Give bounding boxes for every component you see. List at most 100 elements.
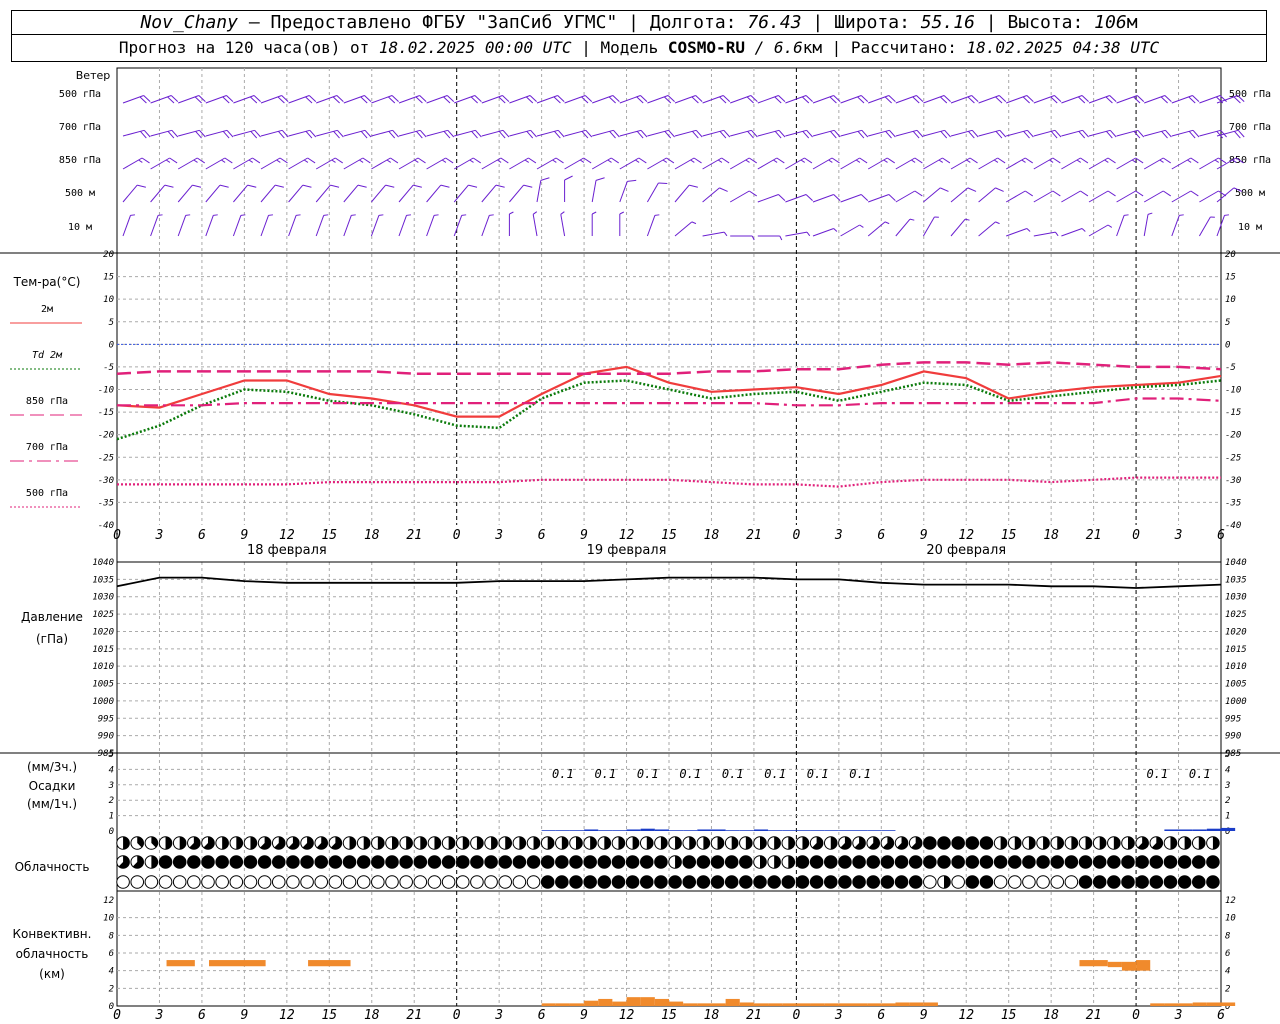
model-res: / 6.6 (744, 38, 803, 57)
cloud-fill (604, 836, 611, 850)
cloud-octa-symbol (923, 855, 937, 869)
x-tick-label-upper: 0 (792, 528, 800, 543)
cloud-octa-symbol (328, 836, 343, 850)
temp-axis-tick-right: -20 (1225, 431, 1241, 441)
wind-barb (122, 95, 151, 104)
convective-low-bar (584, 1000, 599, 1006)
barb-flag (417, 157, 426, 164)
cloud-octa-symbol (215, 855, 229, 869)
cloud-octa-symbol (569, 855, 583, 869)
barb-staff (757, 194, 779, 203)
wind-barb (536, 95, 565, 104)
temp-axis-tick-right: -5 (1225, 363, 1236, 373)
wind-barb (426, 95, 455, 104)
forecast-start: 18.02.2025 00:00 UTC (378, 38, 572, 57)
barb-half (323, 214, 329, 216)
barb-staff (150, 215, 159, 237)
cloud-circle (498, 855, 513, 869)
barb-staff (1143, 214, 1149, 237)
convective-low-bar (881, 1003, 896, 1006)
barb-flag (495, 184, 505, 188)
wind-barb (260, 214, 274, 237)
cloud-circle (908, 855, 923, 869)
cloud-octa-symbol (795, 875, 810, 889)
temp-axis-tick-left: -30 (98, 476, 114, 486)
barb-flag (595, 177, 605, 181)
barb-staff (646, 182, 659, 203)
barb-staff (895, 190, 916, 203)
wind-barb (730, 129, 758, 139)
cloud-octa-symbol (880, 875, 895, 889)
barb-staff (1216, 187, 1235, 203)
model-label: | Модель (571, 38, 668, 57)
barb-flag (385, 184, 395, 188)
wind-barb (560, 211, 566, 237)
wind-barb (619, 157, 647, 170)
barb-flag (468, 184, 478, 188)
pres-axis-tick-right: 1020 (1225, 627, 1247, 637)
cloud-octa-symbol (187, 875, 201, 889)
cloud-circle (823, 855, 838, 869)
temp-axis-tick-left: 10 (103, 295, 114, 305)
precip-bar (569, 830, 585, 831)
barb-staff (343, 157, 364, 170)
barb-staff (288, 184, 304, 203)
barb-staff (923, 129, 945, 137)
cloud-octa-symbol (484, 855, 498, 869)
convective-low-bar (895, 1002, 910, 1006)
barb-staff (702, 231, 725, 237)
cloud-circle (328, 875, 343, 889)
wind-barb (619, 179, 637, 203)
wind-barb (178, 95, 206, 104)
conv-axis-tick-left: 10 (103, 914, 114, 924)
barb-staff (950, 157, 971, 170)
wind-barb (1198, 216, 1215, 237)
barb-flag (748, 157, 757, 164)
wind-barb (868, 95, 896, 104)
convective-low-bar (1164, 1003, 1179, 1006)
barb-staff (1061, 157, 1081, 170)
convective-low-bar (711, 1003, 726, 1006)
cloud-octa-symbol (1036, 875, 1050, 889)
barb-half (833, 228, 838, 232)
cloud-octa-symbol (158, 855, 173, 869)
barb-flag (805, 194, 813, 201)
cloud-fill (434, 836, 441, 850)
cloud-octa-symbol (286, 836, 300, 850)
cloud-octa-symbol (654, 855, 668, 869)
wind-level-label-left: 500 гПа (59, 89, 101, 100)
cloud-octa-symbol (130, 836, 145, 850)
convective-cloud-bar (1136, 960, 1151, 971)
barb-staff (674, 184, 690, 203)
x-tick-label-lower: 3 (834, 1008, 843, 1023)
sep1: — (238, 12, 271, 33)
precip-bar-label: 0.1 (807, 767, 829, 781)
cloud-octa-symbol (314, 836, 329, 850)
barb-staff (426, 129, 448, 137)
cloud-fill (1085, 836, 1092, 850)
barb-staff (757, 95, 779, 104)
barb-staff (398, 215, 407, 237)
cloud-octa-symbol (724, 855, 739, 869)
barb-flag (1218, 190, 1227, 197)
cloud-octa-symbol (1092, 855, 1107, 869)
barb-half (378, 214, 384, 216)
wind-barb (1216, 214, 1230, 237)
cloud-circle (993, 875, 1008, 889)
barb-half (1081, 228, 1086, 232)
wind-barb (591, 157, 619, 170)
x-tick-label-lower: 12 (279, 1008, 295, 1023)
barb-staff (1171, 95, 1193, 104)
barb-staff (922, 216, 935, 237)
cloud-fill (745, 836, 753, 850)
barb-flag (1024, 157, 1033, 164)
wind-barb (343, 95, 372, 104)
wind-barb (619, 129, 648, 139)
barb-staff (950, 129, 973, 137)
barb-staff (150, 157, 170, 170)
barb-staff (978, 95, 1000, 104)
cloud-circle (172, 855, 187, 869)
forecast-label: Прогноз на 120 часа(ов) от (118, 38, 379, 57)
wind-barb (1143, 212, 1153, 237)
barb-flag (1052, 157, 1061, 164)
